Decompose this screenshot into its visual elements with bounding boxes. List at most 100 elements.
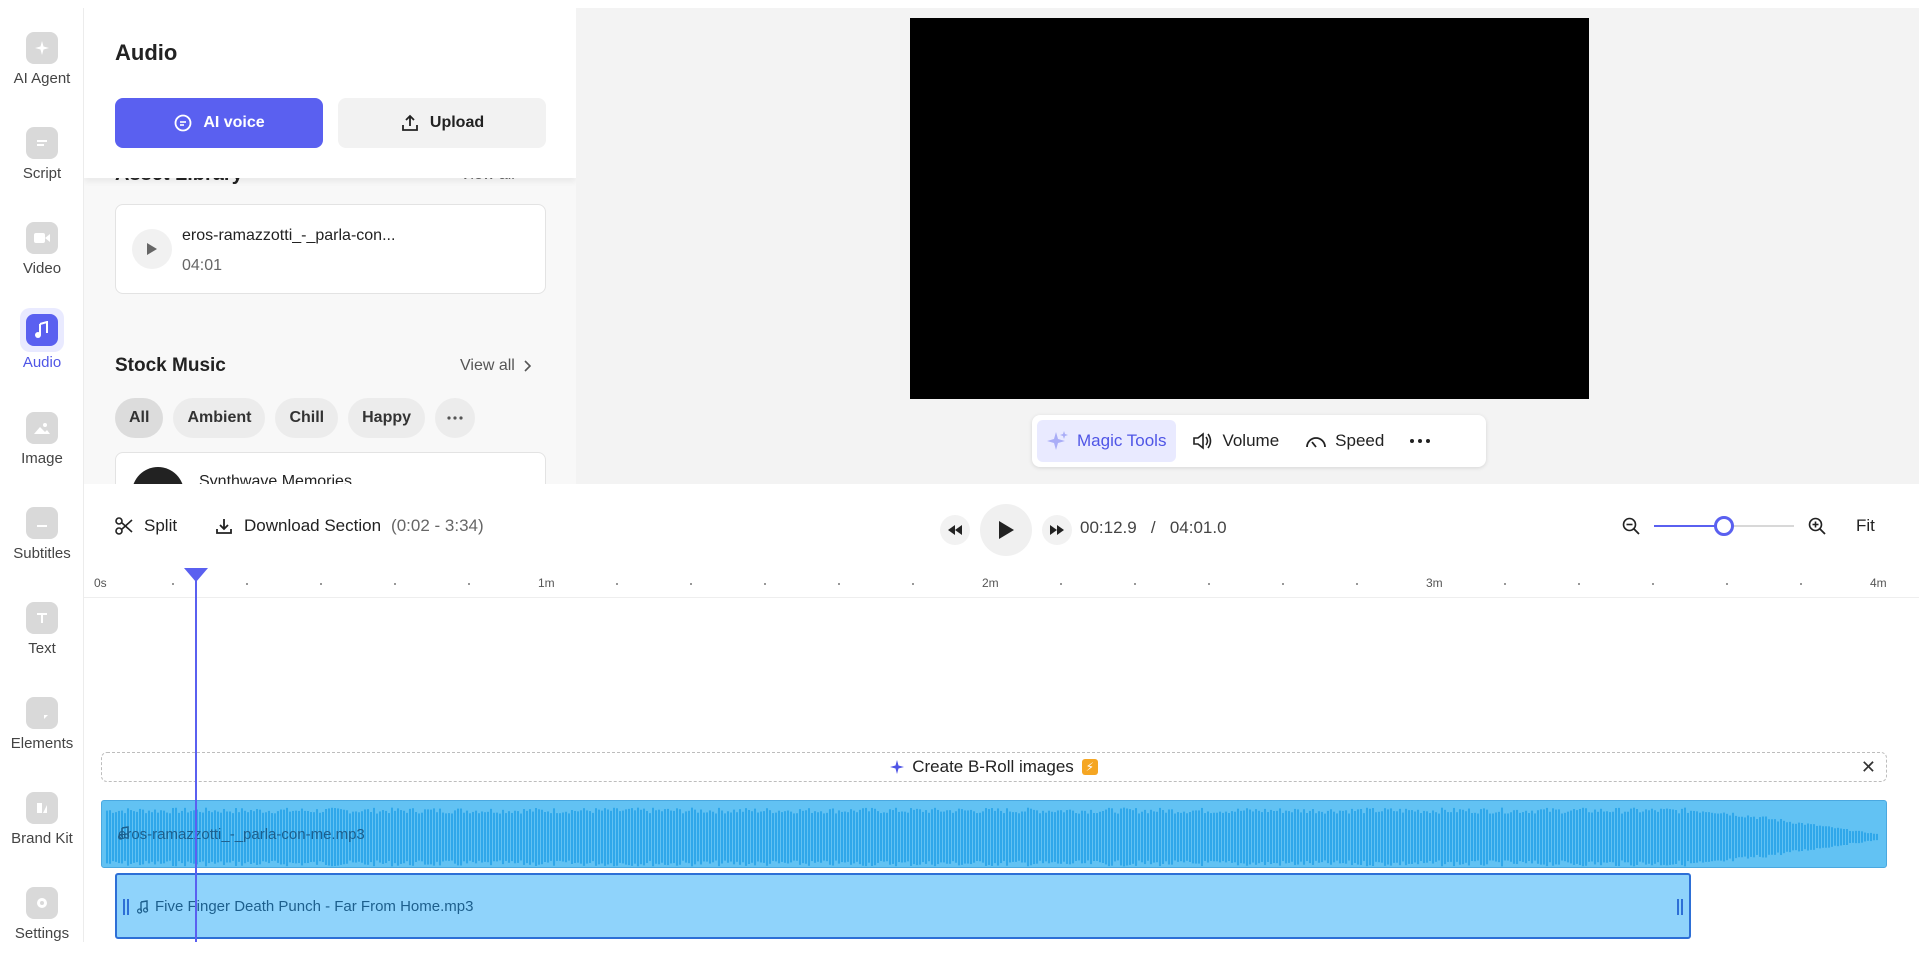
zoom-in-icon[interactable] xyxy=(1808,517,1826,535)
waveform-bar xyxy=(790,811,792,863)
waveform-bar xyxy=(520,813,522,861)
waveform-bar xyxy=(880,813,882,861)
sidebar-item-settings[interactable]: Settings xyxy=(0,875,84,955)
close-icon[interactable]: ✕ xyxy=(1861,757,1876,778)
waveform-bar xyxy=(391,807,393,867)
waveform-bar xyxy=(982,811,984,863)
clip-left-handle[interactable] xyxy=(123,899,129,915)
waveform-bar xyxy=(1324,813,1326,861)
fast-forward-button[interactable] xyxy=(1042,515,1072,545)
sidebar-item-subtitles[interactable]: Subtitles xyxy=(0,495,84,575)
waveform-bar xyxy=(1612,811,1614,863)
waveform-bar xyxy=(1387,809,1389,865)
waveform-bar xyxy=(583,808,585,866)
script-icon xyxy=(26,127,58,159)
ruler-tick xyxy=(1504,583,1506,585)
waveform-bar xyxy=(1147,813,1149,861)
speed-button[interactable]: Speed xyxy=(1295,420,1394,462)
volume-button[interactable]: Volume xyxy=(1182,420,1289,462)
waveform-bar xyxy=(1597,811,1599,863)
waveform-bar xyxy=(1087,813,1089,861)
clip-right-handle[interactable] xyxy=(1677,899,1683,915)
waveform-bar xyxy=(1723,812,1725,862)
play-icon xyxy=(999,521,1014,539)
waveform-bar xyxy=(1711,812,1713,862)
waveform-bar xyxy=(1279,808,1281,866)
audio-clip-main[interactable]: eros-ramazzotti_-_parla-con-me.mp3 xyxy=(101,800,1887,868)
play-button[interactable] xyxy=(980,504,1032,556)
video-preview[interactable] xyxy=(910,18,1589,399)
play-button[interactable] xyxy=(132,229,172,269)
waveform-bar xyxy=(1288,811,1290,863)
waveform-bar xyxy=(1525,810,1527,864)
sidebar-item-image[interactable]: Image xyxy=(0,400,84,480)
zoom-slider-handle[interactable] xyxy=(1714,516,1734,536)
ai-voice-button[interactable]: AI voice xyxy=(115,98,323,148)
magic-tools-button[interactable]: Magic Tools xyxy=(1037,420,1177,462)
asset-item[interactable]: eros-ramazzotti_-_parla-con... 04:01 xyxy=(115,204,546,294)
chip-happy[interactable]: Happy xyxy=(348,398,426,438)
waveform-bar xyxy=(1360,809,1362,865)
zoom-slider[interactable] xyxy=(1654,516,1794,536)
more-options-button[interactable] xyxy=(1400,420,1440,462)
left-sidebar: AI Agent Script Video Audio Image Subtit… xyxy=(0,0,84,942)
audio-panel-header: Audio AI voice Upload xyxy=(84,8,576,178)
waveform-bar xyxy=(679,809,681,865)
sidebar-item-video[interactable]: Video xyxy=(0,210,84,290)
sidebar-item-elements[interactable]: Elements xyxy=(0,685,84,765)
waveform-bar xyxy=(898,811,900,863)
broll-label: Create B-Roll images xyxy=(912,757,1074,776)
upload-button[interactable]: Upload xyxy=(338,98,546,148)
sidebar-item-brand-kit[interactable]: Brand Kit xyxy=(0,780,84,860)
ruler-tick xyxy=(394,583,396,585)
playhead-handle[interactable] xyxy=(184,568,208,582)
download-section-button[interactable]: Download Section (0:02 - 3:34) xyxy=(214,516,484,536)
waveform-bar xyxy=(925,810,927,864)
waveform-bar xyxy=(556,813,558,861)
waveform-bar xyxy=(859,809,861,865)
waveform-bar xyxy=(628,808,630,866)
waveform-bar xyxy=(736,812,738,862)
zoom-out-icon[interactable] xyxy=(1622,517,1640,535)
waveform-bar xyxy=(1333,811,1335,863)
chip-all[interactable]: All xyxy=(115,398,164,438)
create-broll-button[interactable]: Create B-Roll images ⚡ ✕ xyxy=(101,752,1887,782)
waveform-bar xyxy=(1561,813,1563,861)
waveform-bar xyxy=(814,811,816,863)
waveform-bar xyxy=(1687,812,1689,862)
waveform-bar xyxy=(673,810,675,864)
split-button[interactable]: Split xyxy=(114,516,177,536)
chip-chill[interactable]: Chill xyxy=(275,398,339,438)
fit-button[interactable]: Fit xyxy=(1856,516,1875,536)
waveform-bar xyxy=(1000,810,1002,864)
clip-name: eros-ramazzotti_-_parla-con-me.mp3 xyxy=(118,826,365,843)
waveform-bar xyxy=(1330,809,1332,865)
waveform-bar xyxy=(769,810,771,864)
playhead[interactable] xyxy=(195,568,197,942)
chip-ambient[interactable]: Ambient xyxy=(173,398,266,438)
waveform-bar xyxy=(541,809,543,865)
waveform-bar xyxy=(1588,812,1590,862)
waveform-bar xyxy=(1084,810,1086,864)
sidebar-item-audio[interactable]: Audio xyxy=(0,300,84,380)
waveform-bar xyxy=(1795,823,1797,851)
sidebar-item-ai-agent[interactable]: AI Agent xyxy=(0,20,84,100)
audio-clip-selected[interactable]: Five Finger Death Punch - Far From Home.… xyxy=(115,873,1691,939)
waveform-bar xyxy=(661,811,663,863)
stock-music-view-all[interactable]: View all xyxy=(460,357,531,375)
waveform-bar xyxy=(748,810,750,864)
sidebar-item-text[interactable]: Text xyxy=(0,590,84,670)
sidebar-item-script[interactable]: Script xyxy=(0,115,84,195)
waveform-bar xyxy=(685,811,687,863)
waveform-bar xyxy=(868,811,870,863)
track-thumbnail xyxy=(132,467,184,484)
more-chips-button[interactable] xyxy=(435,398,476,438)
waveform-bar xyxy=(1204,813,1206,861)
waveform-bar xyxy=(826,812,828,862)
waveform-bar xyxy=(475,810,477,864)
timeline-ruler[interactable]: 0s 1m 2m 3m 4m xyxy=(84,568,1919,598)
stock-track-item[interactable]: Synthwave Memories xyxy=(115,452,546,484)
waveform-bar xyxy=(1294,808,1296,866)
ruler-tick xyxy=(764,583,766,585)
rewind-button[interactable] xyxy=(940,515,970,545)
